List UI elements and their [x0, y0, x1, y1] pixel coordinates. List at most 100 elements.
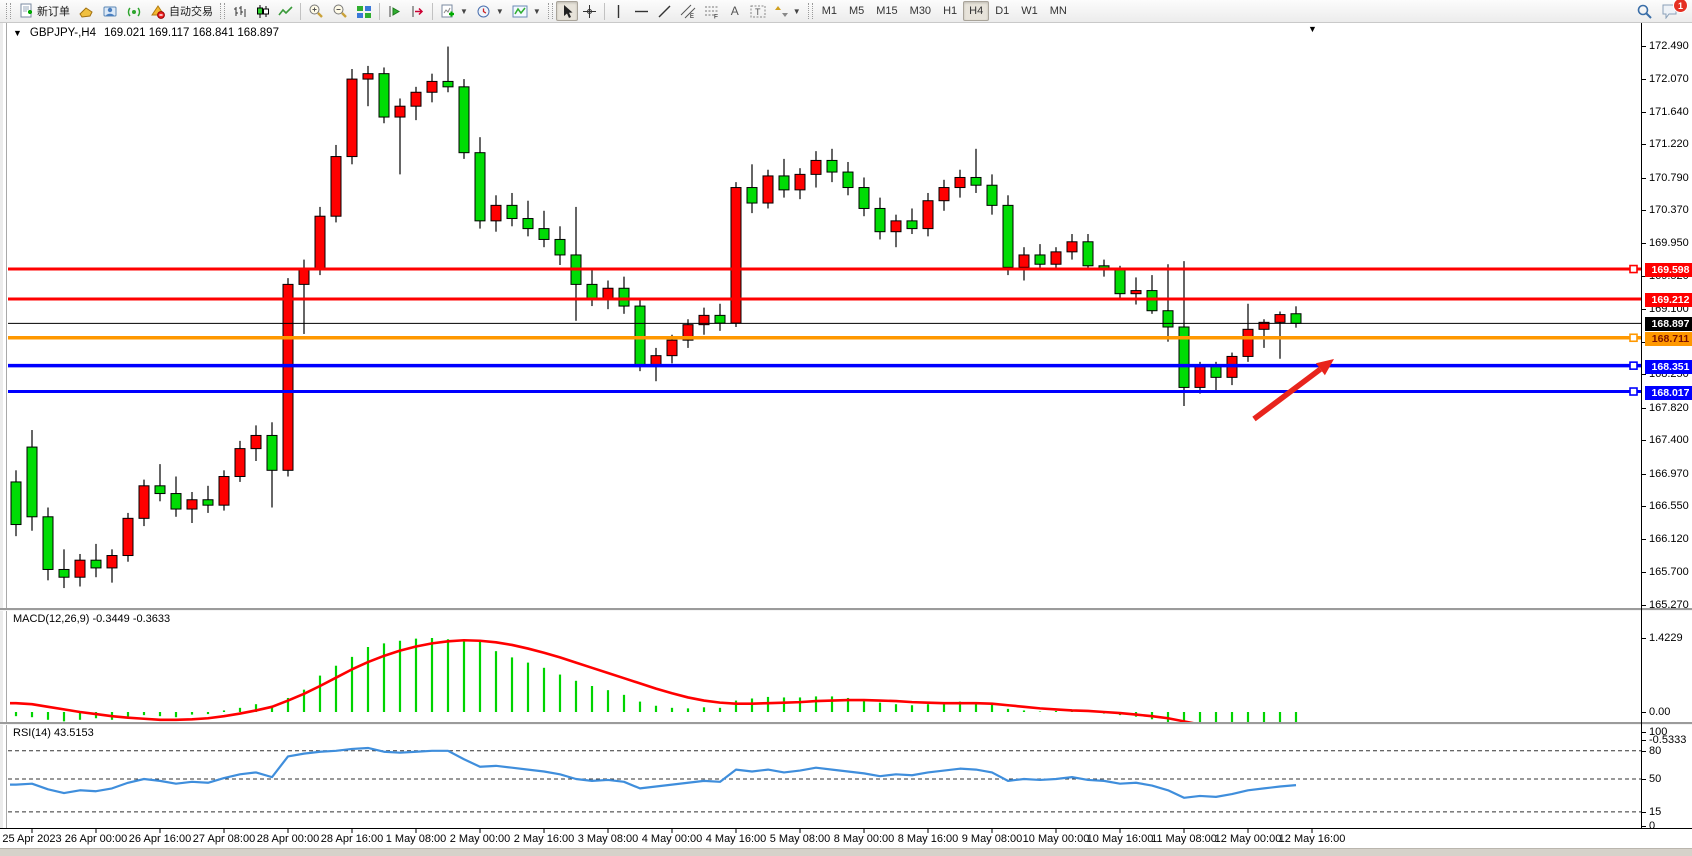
auto-trading-label: 自动交易: [169, 3, 213, 19]
new-order-button[interactable]: 新订单: [14, 1, 74, 21]
time-axis[interactable]: 25 Apr 202326 Apr 00:0026 Apr 16:0027 Ap…: [0, 828, 1692, 849]
time-axis-label: 27 Apr 08:00: [193, 833, 255, 845]
timeframe-m30-button[interactable]: M30: [904, 1, 937, 21]
horizontal-line-tool-button[interactable]: [630, 1, 653, 21]
time-axis-label: 2 May 16:00: [514, 833, 575, 845]
svg-text:E: E: [690, 14, 694, 19]
price-chart-panel[interactable]: [8, 24, 1641, 609]
auto-scroll-button[interactable]: [383, 1, 406, 21]
fibonacci-tool-button[interactable]: F: [700, 1, 724, 21]
zoom-out-button[interactable]: [328, 1, 352, 21]
price-tick: [1641, 309, 1646, 310]
candlestick-icon: [255, 4, 270, 19]
price-axis-label: 171.220: [1649, 138, 1689, 150]
search-button[interactable]: [1632, 1, 1657, 21]
cursor-tool-button[interactable]: [556, 1, 578, 21]
timeframe-m15-button[interactable]: M15: [870, 1, 903, 21]
indicators-icon: [512, 4, 529, 19]
price-tick: [1641, 178, 1646, 179]
tile-windows-button[interactable]: [352, 1, 376, 21]
toolbar-grip[interactable]: [548, 3, 553, 19]
price-tick: [1641, 243, 1646, 244]
text-label-tool-button[interactable]: T: [746, 1, 770, 21]
macd-panel[interactable]: [8, 611, 1641, 723]
timeframe-mn-button[interactable]: MN: [1044, 1, 1073, 21]
zoom-in-button[interactable]: [304, 1, 328, 21]
timeframe-d1-button[interactable]: D1: [989, 1, 1015, 21]
timeframe-h1-button[interactable]: H1: [937, 1, 963, 21]
price-axis-label: 171.640: [1649, 106, 1689, 118]
trendline-tool-button[interactable]: [653, 1, 676, 21]
chart-shift-button[interactable]: [406, 1, 429, 21]
macd-tick: [1641, 638, 1646, 639]
text-label-icon: T: [750, 4, 766, 19]
auto-scroll-icon: [387, 4, 402, 19]
macd-axis-label: 1.4229: [1649, 632, 1683, 644]
new-order-icon: [18, 3, 34, 19]
price-tag: 168.711: [1645, 332, 1692, 346]
bar-chart-mode-button[interactable]: [228, 1, 251, 21]
price-axis-label: 169.950: [1649, 237, 1689, 249]
time-axis-label: 25 Apr 2023: [2, 833, 61, 845]
rsi-axis-label: 100: [1649, 726, 1667, 738]
rsi-axis-label: 50: [1649, 773, 1661, 785]
time-axis-label: 4 May 16:00: [706, 833, 767, 845]
price-axis-label: 166.970: [1649, 468, 1689, 480]
signal-button[interactable]: [122, 1, 146, 21]
price-tick: [1641, 46, 1646, 47]
clock-icon: [476, 4, 492, 19]
panel-separator[interactable]: [0, 608, 1692, 611]
toolbar-grip[interactable]: [220, 3, 225, 19]
timeframe-w1-button[interactable]: W1: [1015, 1, 1044, 21]
time-axis-label: 8 May 00:00: [834, 833, 895, 845]
chart-shift-icon: [410, 4, 425, 19]
timeframe-h4-button[interactable]: H4: [963, 1, 989, 21]
time-axis-label: 12 May 00:00: [1215, 833, 1282, 845]
channel-tool-button[interactable]: E: [676, 1, 700, 21]
price-axis-label: 170.370: [1649, 204, 1689, 216]
periods-button[interactable]: ▼: [472, 1, 508, 21]
auto-trading-button[interactable]: 自动交易: [146, 1, 217, 21]
time-axis-label: 9 May 08:00: [962, 833, 1023, 845]
timeframe-m5-button[interactable]: M5: [843, 1, 870, 21]
signal-icon: [126, 4, 142, 19]
arrows-tool-button[interactable]: ▼: [770, 1, 805, 21]
indicators-button[interactable]: ▼: [508, 1, 545, 21]
panel-separator[interactable]: [0, 722, 1692, 725]
time-axis-label: 4 May 00:00: [642, 833, 703, 845]
price-tick: [1641, 605, 1646, 606]
price-tick: [1641, 572, 1646, 573]
new-chart-button[interactable]: ▼: [436, 1, 472, 21]
text-tool-button[interactable]: A: [724, 1, 746, 21]
time-axis-label: 3 May 08:00: [578, 833, 639, 845]
crosshair-tool-button[interactable]: [578, 1, 601, 21]
horizontal-line-icon: [634, 5, 649, 18]
price-axis-label: 172.490: [1649, 40, 1689, 52]
arrows-icon: [774, 4, 789, 19]
main-toolbar: 新订单 自动交易 ▼ ▼: [0, 0, 1692, 23]
price-tick: [1641, 440, 1646, 441]
timeframe-m1-button[interactable]: M1: [816, 1, 843, 21]
line-chart-mode-button[interactable]: [274, 1, 297, 21]
time-axis-label: 26 Apr 00:00: [65, 833, 127, 845]
rsi-panel[interactable]: [8, 725, 1641, 828]
notifications-button[interactable]: 1: [1657, 1, 1683, 21]
toolbar-grip[interactable]: [6, 3, 11, 19]
history-center-button[interactable]: [74, 1, 98, 21]
chevron-down-icon: ▼: [460, 7, 468, 16]
auto-trading-icon: [150, 4, 166, 19]
price-axis-label: 167.820: [1649, 402, 1689, 414]
candlestick-mode-button[interactable]: [251, 1, 274, 21]
chart-window: ▼ GBPJPY-,H4 169.021 169.117 168.841 168…: [0, 23, 1692, 855]
line-chart-icon: [278, 4, 293, 19]
market-watch-button[interactable]: [98, 1, 122, 21]
book-icon: [78, 4, 94, 18]
time-axis-label: 28 Apr 00:00: [257, 833, 319, 845]
price-tick: [1641, 144, 1646, 145]
rsi-tick: [1641, 812, 1646, 813]
vertical-line-icon: [612, 4, 625, 19]
vertical-line-tool-button[interactable]: [608, 1, 630, 21]
time-axis-label: 28 Apr 16:00: [321, 833, 383, 845]
toolbar-grip[interactable]: [808, 3, 813, 19]
chevron-down-icon: ▼: [533, 7, 541, 16]
